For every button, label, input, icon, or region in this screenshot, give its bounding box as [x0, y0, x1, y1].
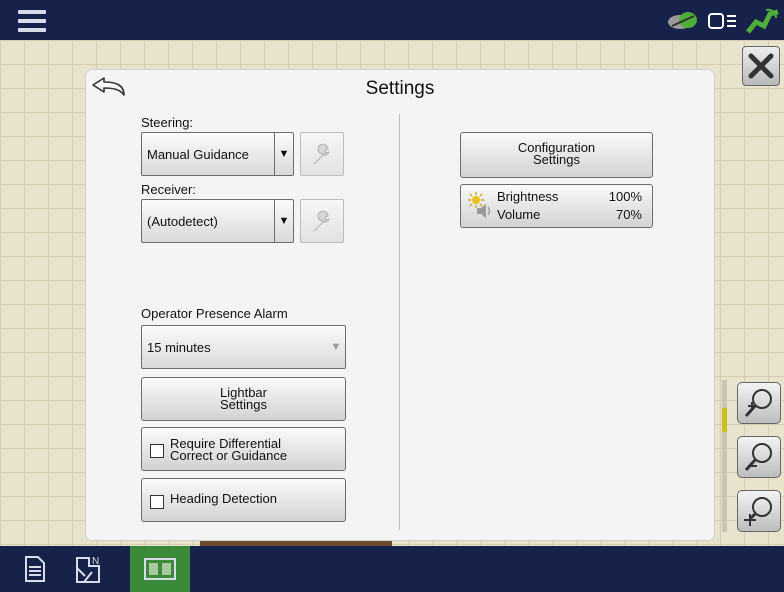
brightness-label: Brightness: [497, 189, 559, 204]
brightness-value: 100%: [608, 189, 642, 204]
heading-detection-toggle[interactable]: Heading Detection: [141, 478, 346, 522]
configuration-line2: Settings: [533, 152, 580, 167]
zoom-slider-track[interactable]: [722, 380, 727, 532]
satellite-icon[interactable]: [746, 8, 780, 34]
lightbar-line2: Settings: [220, 397, 267, 412]
configuration-settings-button[interactable]: Configuration Settings: [460, 132, 653, 178]
lightbar-settings-button[interactable]: Lightbar Settings: [141, 377, 346, 421]
heading-detection-checkbox[interactable]: [150, 495, 164, 509]
receiver-label: Receiver:: [141, 182, 196, 197]
gps-icon[interactable]: [666, 10, 700, 32]
close-button[interactable]: [742, 46, 780, 86]
top-bar: [0, 0, 784, 40]
require-differential-line2: Correct or Guidance: [170, 448, 288, 463]
alarm-value: 15 minutes: [147, 340, 211, 355]
svg-text:N: N: [92, 556, 99, 567]
document-icon: [25, 556, 45, 582]
documents-button[interactable]: [10, 546, 60, 592]
dialog-title: Settings: [365, 78, 435, 99]
zoom-out-button[interactable]: [737, 436, 781, 478]
dropdown-arrow-icon: ▼: [330, 341, 342, 353]
alarm-label: Operator Presence Alarm: [141, 306, 288, 321]
steering-select[interactable]: Manual Guidance ▼: [141, 132, 294, 176]
zoom-in-icon: [744, 389, 772, 418]
require-differential-label: Require Differential Correct or Guidance: [170, 437, 288, 463]
split-view-button[interactable]: [130, 546, 190, 592]
zoom-in-button[interactable]: [737, 382, 781, 424]
steering-label: Steering:: [141, 115, 194, 130]
wrench-icon: [313, 143, 330, 165]
require-differential-checkbox[interactable]: [150, 444, 164, 458]
volume-value: 70%: [615, 207, 642, 222]
settings-dialog: Settings Steering: Manual Guidance ▼ Rec…: [86, 70, 714, 540]
zoom-pan-icon: [744, 497, 772, 526]
steering-wrench-button[interactable]: [300, 132, 344, 176]
heading-detection-label: Heading Detection: [170, 491, 277, 506]
brightness-volume-button[interactable]: Brightness 100% Volume 70%: [460, 184, 653, 228]
dropdown-arrow-icon: ▼: [274, 200, 293, 242]
split-view-icon: [144, 558, 176, 580]
close-icon: [748, 53, 774, 79]
receiver-select[interactable]: (Autodetect) ▼: [141, 199, 294, 243]
speaker-icon: [477, 204, 491, 218]
menu-icon[interactable]: [18, 10, 46, 32]
zoom-slider-level: [722, 408, 727, 432]
volume-label: Volume: [497, 207, 541, 222]
field-map-icon: N: [76, 556, 100, 583]
column-divider: [399, 114, 400, 530]
receiver-value: (Autodetect): [147, 214, 218, 229]
require-differential-toggle[interactable]: Require Differential Correct or Guidance: [141, 427, 346, 471]
zoom-pan-button[interactable]: [737, 490, 781, 532]
receiver-wrench-button[interactable]: [300, 199, 344, 243]
field-map-button[interactable]: N: [64, 546, 114, 592]
steering-value: Manual Guidance: [147, 147, 249, 162]
zoom-out-icon: [744, 443, 772, 472]
status-icons: [666, 8, 780, 34]
wrench-icon: [313, 210, 330, 232]
alarm-select[interactable]: 15 minutes ▼: [141, 325, 346, 369]
bottom-bar: N: [0, 546, 784, 592]
dropdown-arrow-icon: ▼: [274, 133, 293, 175]
display-icon[interactable]: [708, 10, 738, 32]
